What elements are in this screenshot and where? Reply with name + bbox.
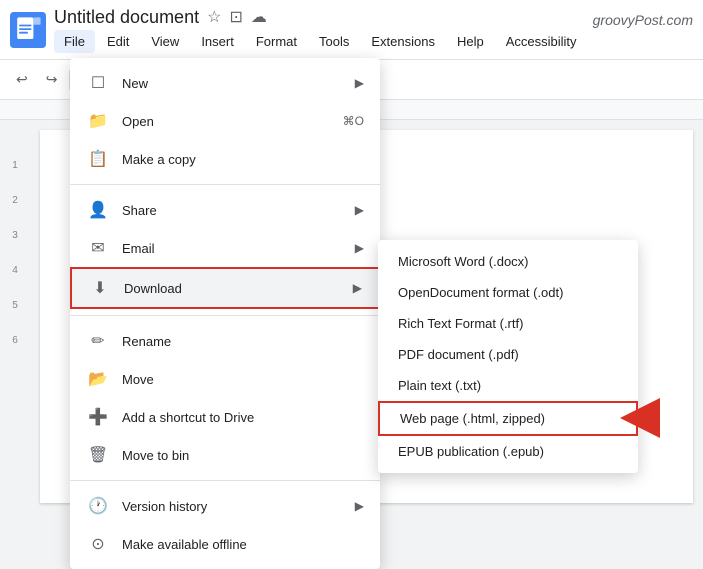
- menu-item-make-copy[interactable]: 📋 Make a copy: [70, 140, 380, 178]
- email-arrow-icon: ▶: [355, 241, 364, 255]
- open-shortcut: ⌘O: [343, 114, 364, 128]
- arrow-shape: [620, 398, 660, 438]
- rename-icon: ✏: [86, 329, 110, 353]
- download-submenu: Microsoft Word (.docx) OpenDocument form…: [378, 240, 638, 473]
- groovy-logo: groovyPost.com: [593, 12, 693, 28]
- download-pdf[interactable]: PDF document (.pdf): [378, 339, 638, 370]
- menu-item-move-label: Move: [122, 372, 364, 387]
- menu-edit[interactable]: Edit: [97, 30, 139, 53]
- docs-icon: [10, 12, 46, 48]
- download-epub[interactable]: EPUB publication (.epub): [378, 436, 638, 467]
- redo-button[interactable]: ↪: [40, 67, 64, 92]
- doc-title[interactable]: Untitled document: [54, 7, 199, 28]
- menu-extensions[interactable]: Extensions: [361, 30, 445, 53]
- menu-item-version-history[interactable]: 🕐 Version history ▶: [70, 487, 380, 525]
- bin-icon: 🗑: [86, 443, 110, 467]
- download-odt[interactable]: OpenDocument format (.odt): [378, 277, 638, 308]
- menu-item-open-label: Open: [122, 114, 343, 129]
- menu-bar: File Edit View Insert Format Tools Exten…: [54, 30, 693, 53]
- menu-item-make-available-offline[interactable]: ⊙ Make available offline: [70, 525, 380, 563]
- menu-item-move-to-bin-label: Move to bin: [122, 448, 364, 463]
- menu-item-add-shortcut[interactable]: ➕ Add a shortcut to Drive: [70, 398, 380, 436]
- sidebar-line-numbers: 1 2 3 4 5 6: [0, 120, 30, 513]
- open-icon: 📁: [86, 109, 110, 133]
- menu-item-share-label: Share: [122, 203, 355, 218]
- top-bar: Untitled document ☆ ⊡ ☁ File Edit View I…: [0, 0, 703, 60]
- menu-item-version-history-label: Version history: [122, 499, 355, 514]
- copy-icon: 📋: [86, 147, 110, 171]
- menu-item-rename[interactable]: ✏ Rename: [70, 322, 380, 360]
- cloud-move-icon[interactable]: ⊡: [229, 7, 242, 27]
- menu-insert[interactable]: Insert: [191, 30, 244, 53]
- move-icon: 📂: [86, 367, 110, 391]
- version-history-icon: 🕐: [86, 494, 110, 518]
- share-icon: 👤: [86, 198, 110, 222]
- menu-item-make-available-offline-label: Make available offline: [122, 537, 364, 552]
- download-arrow-icon: ▶: [353, 281, 362, 295]
- menu-item-email-label: Email: [122, 241, 355, 256]
- menu-item-email[interactable]: ✉ Email ▶: [70, 229, 380, 267]
- menu-item-move[interactable]: 📂 Move: [70, 360, 380, 398]
- menu-item-move-to-bin[interactable]: 🗑 Move to bin: [70, 436, 380, 474]
- shortcut-icon: ➕: [86, 405, 110, 429]
- menu-item-rename-label: Rename: [122, 334, 364, 349]
- cloud-sync-icon[interactable]: ☁: [251, 7, 267, 27]
- menu-item-share[interactable]: 👤 Share ▶: [70, 191, 380, 229]
- menu-view[interactable]: View: [141, 30, 189, 53]
- divider-1: [70, 184, 380, 185]
- menu-item-make-copy-label: Make a copy: [122, 152, 364, 167]
- menu-item-open[interactable]: 📁 Open ⌘O: [70, 102, 380, 140]
- email-icon: ✉: [86, 236, 110, 260]
- share-arrow-icon: ▶: [355, 203, 364, 217]
- menu-item-download-label: Download: [124, 281, 353, 296]
- download-icon: ⬇: [88, 276, 112, 300]
- new-icon: ☐: [86, 71, 110, 95]
- menu-item-new[interactable]: ☐ New ▶: [70, 64, 380, 102]
- offline-icon: ⊙: [86, 532, 110, 556]
- download-html[interactable]: Web page (.html, zipped): [378, 401, 638, 436]
- file-menu-dropdown: ☐ New ▶ 📁 Open ⌘O 📋 Make a copy 👤 Share …: [70, 58, 380, 569]
- download-txt[interactable]: Plain text (.txt): [378, 370, 638, 401]
- menu-format[interactable]: Format: [246, 30, 307, 53]
- red-arrow-indicator: [620, 398, 660, 438]
- menu-help[interactable]: Help: [447, 30, 494, 53]
- menu-file[interactable]: File: [54, 30, 95, 53]
- version-history-arrow-icon: ▶: [355, 499, 364, 513]
- download-rtf[interactable]: Rich Text Format (.rtf): [378, 308, 638, 339]
- menu-accessibility[interactable]: Accessibility: [496, 30, 587, 53]
- new-arrow-icon: ▶: [355, 76, 364, 90]
- download-docx[interactable]: Microsoft Word (.docx): [378, 246, 638, 277]
- menu-item-add-shortcut-label: Add a shortcut to Drive: [122, 410, 364, 425]
- menu-item-new-label: New: [122, 76, 355, 91]
- menu-item-download[interactable]: ⬇ Download ▶: [70, 267, 380, 309]
- divider-2: [70, 315, 380, 316]
- divider-3: [70, 480, 380, 481]
- star-icon[interactable]: ☆: [207, 7, 221, 27]
- menu-tools[interactable]: Tools: [309, 30, 359, 53]
- undo-button[interactable]: ↩: [10, 67, 34, 92]
